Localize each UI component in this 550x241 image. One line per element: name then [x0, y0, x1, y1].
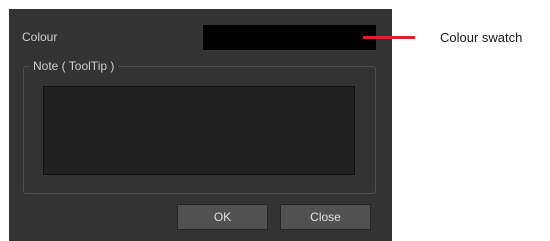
callout-line: [363, 36, 415, 39]
ok-button[interactable]: OK: [177, 204, 268, 230]
close-button[interactable]: Close: [280, 204, 371, 230]
colour-label: Colour: [22, 30, 58, 44]
note-textarea[interactable]: [43, 86, 355, 175]
dialog-window: Colour Note ( ToolTip ) OK Close: [9, 9, 392, 241]
colour-swatch[interactable]: [203, 25, 376, 50]
note-group: Note ( ToolTip ): [23, 59, 376, 194]
callout-label: Colour swatch: [440, 30, 523, 45]
note-group-label: Note ( ToolTip ): [29, 59, 119, 74]
